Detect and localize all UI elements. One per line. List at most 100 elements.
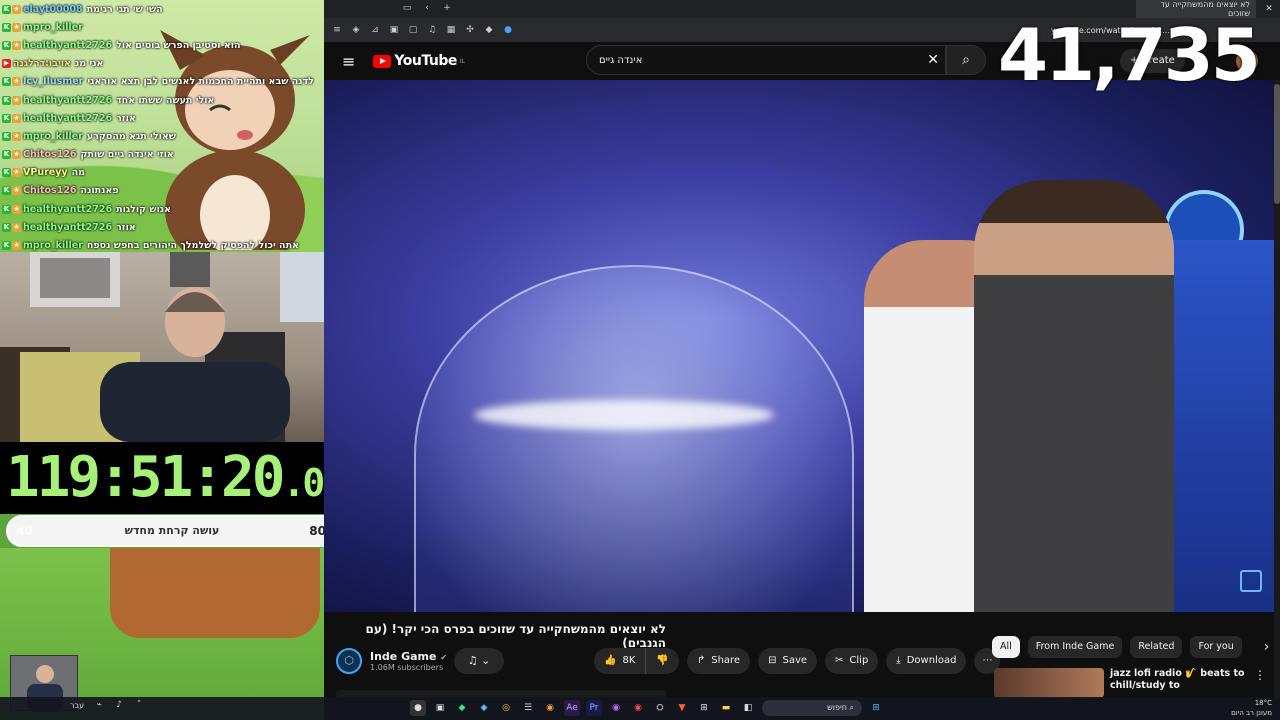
taskbar-left-label: עבר: [70, 700, 85, 710]
menu-dots-icon[interactable]: ≡: [332, 25, 342, 35]
menu-icon[interactable]: ≡: [342, 52, 355, 71]
more-icon[interactable]: ⋮: [1254, 668, 1266, 698]
extension-screen-icon[interactable]: ▣: [389, 25, 399, 35]
download-button[interactable]: ⤓ Download: [886, 648, 967, 674]
chat-username[interactable]: healthyantt2726: [23, 204, 112, 215]
kick-badge-icon: K: [2, 22, 11, 32]
chat-username[interactable]: healthyantt2726: [23, 40, 112, 51]
close-icon[interactable]: ✕: [927, 52, 939, 68]
sub-badge-icon: ★: [12, 222, 21, 232]
webcam-scene: [0, 252, 324, 442]
app-purple-icon[interactable]: ◉: [608, 700, 624, 716]
chat-username[interactable]: אויבו:דרלגנה: [13, 58, 71, 69]
chat-badges: ▶: [2, 59, 11, 69]
chevron-up-icon[interactable]: ˄: [134, 700, 144, 710]
chat-username[interactable]: mpro_killer: [23, 131, 83, 142]
extension-puzzle-icon[interactable]: ✣: [465, 25, 475, 35]
chat-message: K ★ VPureyy מה: [0, 164, 324, 182]
scrollbar-thumb[interactable]: [1274, 84, 1280, 204]
recommended-thumbnail[interactable]: [994, 668, 1104, 698]
app-green-icon[interactable]: ◆: [454, 700, 470, 716]
video-player[interactable]: [324, 80, 1280, 612]
channel-avatar[interactable]: ⬡: [336, 648, 362, 674]
notepad-icon[interactable]: ☰: [520, 700, 536, 716]
steam-icon[interactable]: ⛭: [652, 700, 668, 716]
sub-badge-icon: ★: [12, 40, 21, 50]
channel-info[interactable]: ⬡ Inde Game ✔ 1.06M subscribers: [336, 648, 447, 674]
like-button[interactable]: 👍 8K: [594, 648, 647, 674]
chrome-icon[interactable]: ◎: [498, 700, 514, 716]
chip-all[interactable]: All: [992, 636, 1020, 658]
start-icon[interactable]: ⊞: [868, 700, 884, 716]
task-view-icon[interactable]: ▣: [432, 700, 448, 716]
obs-icon[interactable]: ●: [410, 700, 426, 716]
tab-list-icon[interactable]: ▭: [402, 3, 412, 13]
search-value: אינדה גיים: [599, 54, 643, 66]
recommended-title[interactable]: jazz lofi radio 🎷 beats to chill/study t…: [1110, 668, 1250, 698]
chat-message: ▶ אויבו:דרלגנה אני מנ: [0, 55, 324, 73]
extension-grid-icon[interactable]: ▦: [446, 25, 456, 35]
new-tab-icon[interactable]: +: [442, 3, 452, 13]
app-blue-icon[interactable]: ◆: [476, 700, 492, 716]
channel-name[interactable]: Inde Game ✔: [370, 650, 447, 663]
chat-username[interactable]: healthyantt2726: [23, 222, 112, 233]
network-icon[interactable]: ⌁: [94, 700, 104, 710]
search-input[interactable]: אינדה גיים ✕: [586, 45, 946, 75]
adobe-icon[interactable]: Ae: [564, 700, 580, 716]
chat-message: K ★ mpro_killer: [0, 18, 324, 36]
chip-from-channel[interactable]: From Inde Game: [1027, 636, 1123, 658]
extension-blue-icon[interactable]: ●: [503, 25, 513, 35]
chat-username[interactable]: Chitos126: [23, 149, 77, 160]
channel-watermark-icon[interactable]: [1240, 570, 1262, 592]
chat-username[interactable]: VPureyy: [23, 167, 68, 178]
store-icon[interactable]: ⊞: [696, 700, 712, 716]
blender-icon[interactable]: ◉: [542, 700, 558, 716]
chat-text: אוזר: [116, 112, 136, 124]
extension-diamond-icon[interactable]: ◆: [484, 25, 494, 35]
clip-button[interactable]: ✂ Clip: [825, 648, 879, 674]
widgets-icon[interactable]: ◧: [740, 700, 756, 716]
chat-badges: K ★: [2, 222, 21, 232]
chevron-right-icon[interactable]: ›: [1264, 639, 1270, 655]
chat-username[interactable]: elayt00008: [23, 4, 83, 15]
extension-square-icon[interactable]: ▢: [408, 25, 418, 35]
chat-message: K ★ Chitos126 פאנתונה: [0, 182, 324, 200]
extension-pin-icon[interactable]: ⊿: [370, 25, 380, 35]
kick-badge-icon: K: [2, 150, 11, 160]
tab-back-icon[interactable]: ‹: [422, 3, 432, 13]
chat-username[interactable]: Chitos126: [23, 185, 77, 196]
page-scrollbar[interactable]: [1274, 80, 1280, 700]
chat-username[interactable]: healthyantt2726: [23, 113, 112, 124]
premiere-icon[interactable]: Pr: [586, 700, 602, 716]
taskbar-search[interactable]: חיפוש ⌕: [762, 700, 862, 716]
kick-badge-icon: K: [2, 77, 11, 87]
recommendation-chips: All From Inde Game Related For you ›: [992, 636, 1269, 658]
share-button[interactable]: ↱ Share: [686, 648, 751, 674]
tab-close-icon[interactable]: ✕: [1264, 4, 1274, 14]
chat-username[interactable]: mpro_killer: [23, 22, 83, 33]
chat-username[interactable]: mpro_killer: [23, 240, 83, 251]
chip-related[interactable]: Related: [1130, 636, 1183, 658]
chat-text: אנוש קולגות: [116, 203, 172, 215]
volume-icon[interactable]: ♪: [114, 700, 124, 710]
search-button[interactable]: ⌕: [946, 45, 986, 75]
app-red-icon[interactable]: ◉: [630, 700, 646, 716]
chip-for-you[interactable]: For you: [1190, 636, 1242, 658]
bell-icon: ♫: [467, 654, 478, 667]
save-button[interactable]: ⊟ Save: [758, 648, 818, 674]
brave-icon[interactable]: ▼: [674, 700, 690, 716]
recommended-video[interactable]: jazz lofi radio 🎷 beats to chill/study t…: [994, 668, 1266, 698]
taskbar-weather[interactable]: 18°C מעונן רב היום: [1231, 698, 1272, 718]
chat-username[interactable]: Icy_Ilusmer: [23, 76, 83, 87]
chat-message: K ★ Icy_Ilusmer לדנה שבא ותהיית החכמות לאנש…: [0, 73, 324, 91]
file-explorer-icon[interactable]: ▬: [718, 700, 734, 716]
extension-shield-icon[interactable]: ◈: [351, 25, 361, 35]
chat-username[interactable]: healthyantt2726: [23, 95, 112, 106]
notification-bell-button[interactable]: ♫ ⌄: [454, 648, 504, 674]
dislike-button[interactable]: 👎: [646, 648, 679, 674]
extension-music-icon[interactable]: ♫: [427, 25, 437, 35]
youtube-logo[interactable]: YouTube IL: [373, 53, 465, 69]
chat-text: אוזי אינדה גיים שותק: [80, 149, 174, 161]
kick-badge-icon: K: [2, 241, 11, 251]
chat-text: אתה יכול להפסיק לשלמלך היהורים בחפש נספח: [86, 240, 299, 252]
